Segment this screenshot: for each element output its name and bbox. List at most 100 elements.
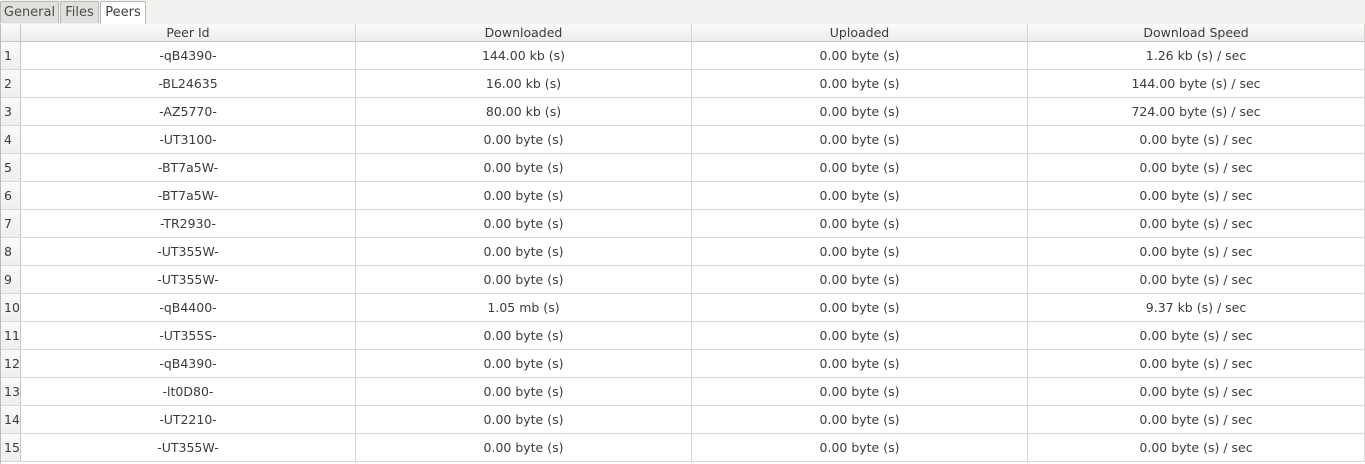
cell-uploaded: 0.00 byte (s)	[692, 238, 1028, 265]
cell-peer-id: -UT3100-	[21, 126, 356, 153]
cell-downloaded: 0.00 byte (s)	[356, 266, 692, 293]
cell-uploaded: 0.00 byte (s)	[692, 98, 1028, 125]
row-number: 7	[1, 210, 21, 237]
cell-downloaded: 0.00 byte (s)	[356, 406, 692, 433]
cell-uploaded: 0.00 byte (s)	[692, 322, 1028, 349]
tab-bar: General Files Peers	[0, 0, 1365, 25]
column-header-download-speed[interactable]: Download Speed	[1028, 24, 1365, 42]
cell-uploaded: 0.00 byte (s)	[692, 210, 1028, 237]
cell-uploaded: 0.00 byte (s)	[692, 154, 1028, 181]
cell-peer-id: -UT355S-	[21, 322, 356, 349]
cell-download-speed: 0.00 byte (s) / sec	[1028, 266, 1365, 293]
cell-download-speed: 0.00 byte (s) / sec	[1028, 154, 1365, 181]
cell-downloaded: 16.00 kb (s)	[356, 70, 692, 97]
table-row[interactable]: 10 -qB4400- 1.05 mb (s) 0.00 byte (s) 9.37 k…	[1, 294, 1365, 322]
cell-uploaded: 0.00 byte (s)	[692, 182, 1028, 209]
row-number: 4	[1, 126, 21, 153]
cell-downloaded: 1.05 mb (s)	[356, 294, 692, 321]
table-row[interactable]: 3 -AZ5770- 80.00 kb (s) 0.00 byte (s) 724.00…	[1, 98, 1365, 126]
cell-uploaded: 0.00 byte (s)	[692, 378, 1028, 405]
cell-download-speed: 0.00 byte (s) / sec	[1028, 406, 1365, 433]
table-row[interactable]: 2 -BL24635 16.00 kb (s) 0.00 byte (s) 144.00…	[1, 70, 1365, 98]
cell-downloaded: 144.00 kb (s)	[356, 42, 692, 69]
cell-download-speed: 9.37 kb (s) / sec	[1028, 294, 1365, 321]
table-row[interactable]: 12 -qB4390- 0.00 byte (s) 0.00 byte (s) 0.00…	[1, 350, 1365, 378]
cell-uploaded: 0.00 byte (s)	[692, 266, 1028, 293]
cell-download-speed: 724.00 byte (s) / sec	[1028, 98, 1365, 125]
cell-uploaded: 0.00 byte (s)	[692, 350, 1028, 377]
cell-peer-id: -BT7a5W-	[21, 154, 356, 181]
cell-download-speed: 0.00 byte (s) / sec	[1028, 210, 1365, 237]
row-number: 11	[1, 322, 21, 349]
tab-general[interactable]: General	[0, 1, 59, 23]
cell-downloaded: 0.00 byte (s)	[356, 434, 692, 461]
cell-download-speed: 0.00 byte (s) / sec	[1028, 182, 1365, 209]
cell-downloaded: 80.00 kb (s)	[356, 98, 692, 125]
table-row[interactable]: 9 -UT355W- 0.00 byte (s) 0.00 byte (s) 0.00 …	[1, 266, 1365, 294]
cell-peer-id: -BL24635	[21, 70, 356, 97]
cell-peer-id: -UT355W-	[21, 434, 356, 461]
cell-download-speed: 0.00 byte (s) / sec	[1028, 238, 1365, 265]
peers-table: Peer Id Downloaded Uploaded Download Spe…	[0, 24, 1365, 464]
cell-peer-id: -qB4400-	[21, 294, 356, 321]
cell-downloaded: 0.00 byte (s)	[356, 322, 692, 349]
row-number: 14	[1, 406, 21, 433]
table-row[interactable]: 11 -UT355S- 0.00 byte (s) 0.00 byte (s) 0.00…	[1, 322, 1365, 350]
cell-downloaded: 0.00 byte (s)	[356, 210, 692, 237]
table-row[interactable]: 8 -UT355W- 0.00 byte (s) 0.00 byte (s) 0.00 …	[1, 238, 1365, 266]
cell-uploaded: 0.00 byte (s)	[692, 406, 1028, 433]
cell-downloaded: 0.00 byte (s)	[356, 378, 692, 405]
row-number: 9	[1, 266, 21, 293]
row-number: 13	[1, 378, 21, 405]
row-number: 8	[1, 238, 21, 265]
cell-downloaded: 0.00 byte (s)	[356, 154, 692, 181]
tab-files[interactable]: Files	[60, 1, 99, 23]
column-header-downloaded[interactable]: Downloaded	[356, 24, 692, 42]
cell-peer-id: -UT355W-	[21, 266, 356, 293]
tab-peers[interactable]: Peers	[100, 1, 146, 25]
cell-peer-id: -BT7a5W-	[21, 182, 356, 209]
table-row[interactable]: 7 -TR2930- 0.00 byte (s) 0.00 byte (s) 0.00 …	[1, 210, 1365, 238]
row-number: 5	[1, 154, 21, 181]
cell-uploaded: 0.00 byte (s)	[692, 42, 1028, 69]
cell-download-speed: 0.00 byte (s) / sec	[1028, 126, 1365, 153]
row-number: 12	[1, 350, 21, 377]
cell-peer-id: -TR2930-	[21, 210, 356, 237]
cell-peer-id: -UT2210-	[21, 406, 356, 433]
cell-peer-id: -lt0D80-	[21, 378, 356, 405]
row-number: 6	[1, 182, 21, 209]
table-corner	[1, 24, 21, 42]
table-row[interactable]: 4 -UT3100- 0.00 byte (s) 0.00 byte (s) 0.00 …	[1, 126, 1365, 154]
cell-download-speed: 0.00 byte (s) / sec	[1028, 434, 1365, 461]
cell-peer-id: -qB4390-	[21, 42, 356, 69]
cell-uploaded: 0.00 byte (s)	[692, 434, 1028, 461]
cell-download-speed: 0.00 byte (s) / sec	[1028, 322, 1365, 349]
cell-download-speed: 144.00 byte (s) / sec	[1028, 70, 1365, 97]
cell-peer-id: -AZ5770-	[21, 98, 356, 125]
cell-uploaded: 0.00 byte (s)	[692, 294, 1028, 321]
row-number: 1	[1, 42, 21, 69]
cell-peer-id: -qB4390-	[21, 350, 356, 377]
row-number: 2	[1, 70, 21, 97]
table-row[interactable]: 15 -UT355W- 0.00 byte (s) 0.00 byte (s) 0.00…	[1, 434, 1365, 462]
cell-downloaded: 0.00 byte (s)	[356, 238, 692, 265]
row-number: 15	[1, 434, 21, 461]
table-row[interactable]: 13 -lt0D80- 0.00 byte (s) 0.00 byte (s) 0.00…	[1, 378, 1365, 406]
row-number: 10	[1, 294, 21, 321]
cell-download-speed: 1.26 kb (s) / sec	[1028, 42, 1365, 69]
table-row[interactable]: 6 -BT7a5W- 0.00 byte (s) 0.00 byte (s) 0.00 …	[1, 182, 1365, 210]
table-row[interactable]: 1 -qB4390- 144.00 kb (s) 0.00 byte (s) 1.26 …	[1, 42, 1365, 70]
cell-downloaded: 0.00 byte (s)	[356, 126, 692, 153]
cell-downloaded: 0.00 byte (s)	[356, 182, 692, 209]
column-header-uploaded[interactable]: Uploaded	[692, 24, 1028, 42]
cell-peer-id: -UT355W-	[21, 238, 356, 265]
cell-downloaded: 0.00 byte (s)	[356, 350, 692, 377]
table-row[interactable]: 14 -UT2210- 0.00 byte (s) 0.00 byte (s) 0.00…	[1, 406, 1365, 434]
cell-uploaded: 0.00 byte (s)	[692, 70, 1028, 97]
column-header-peer-id[interactable]: Peer Id	[21, 24, 356, 42]
cell-download-speed: 0.00 byte (s) / sec	[1028, 350, 1365, 377]
row-number: 3	[1, 98, 21, 125]
cell-download-speed: 0.00 byte (s) / sec	[1028, 378, 1365, 405]
cell-uploaded: 0.00 byte (s)	[692, 126, 1028, 153]
table-row[interactable]: 5 -BT7a5W- 0.00 byte (s) 0.00 byte (s) 0.00 …	[1, 154, 1365, 182]
